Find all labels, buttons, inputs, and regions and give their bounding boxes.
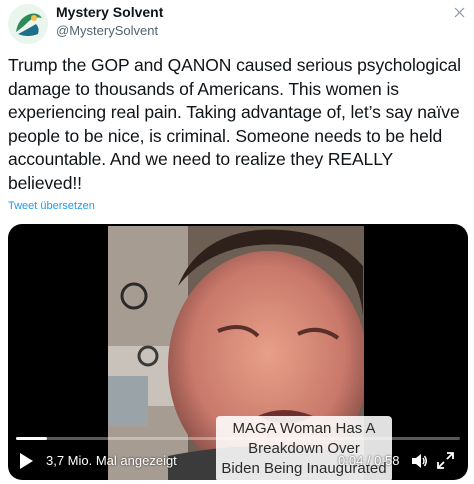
view-count: 3,7 Mio. Mal angezeigt	[46, 453, 177, 468]
tweet-text: Trump the GOP and QANON caused serious p…	[8, 55, 461, 193]
video-time: 0:04 / 0:58	[338, 453, 400, 468]
user-info: Mystery Solvent @MysterySolvent	[56, 4, 163, 39]
play-icon[interactable]	[18, 452, 34, 470]
avatar-logo-icon	[8, 4, 48, 44]
fullscreen-icon[interactable]	[436, 451, 455, 470]
translate-tweet-link[interactable]: Tweet übersetzen	[8, 200, 95, 212]
video-caption: MAGA Woman Has A Breakdown Over Biden Be…	[216, 416, 392, 480]
close-icon[interactable]	[453, 6, 466, 19]
caption-line: MAGA Woman Has A	[232, 420, 376, 437]
video-progress-bar[interactable]	[16, 437, 460, 440]
tweet-card: Mystery Solvent @MysterySolvent Trump th…	[0, 0, 474, 484]
volume-icon[interactable]	[410, 452, 428, 470]
video-player[interactable]: MAGA Woman Has A Breakdown Over Biden Be…	[8, 224, 468, 480]
display-name[interactable]: Mystery Solvent	[56, 4, 163, 21]
video-progress-fill	[16, 437, 48, 440]
video-frame: MAGA Woman Has A Breakdown Over Biden Be…	[108, 226, 392, 480]
avatar[interactable]	[8, 4, 48, 44]
user-handle[interactable]: @MysterySolvent	[56, 22, 163, 39]
